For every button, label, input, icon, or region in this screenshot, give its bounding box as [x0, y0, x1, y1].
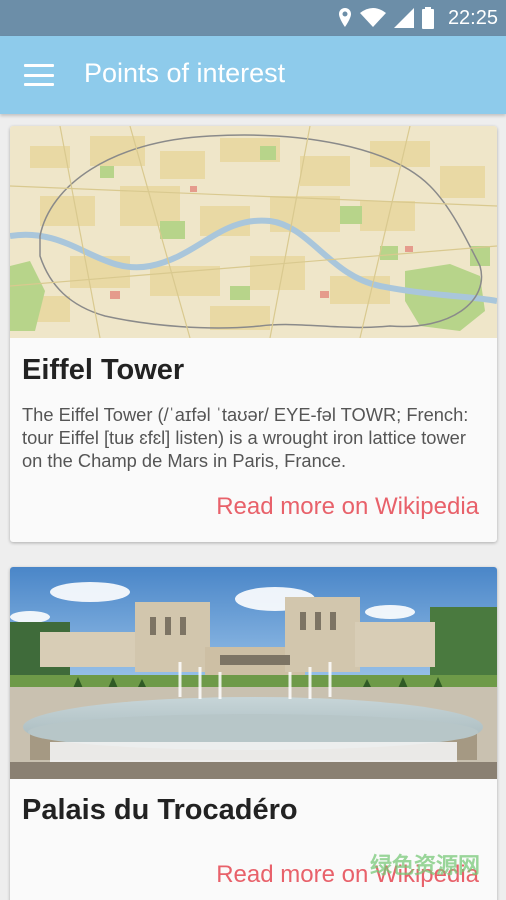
signal-icon: [393, 8, 414, 28]
watermark: 绿色资源网: [370, 853, 481, 878]
status-time: 22:25: [447, 6, 498, 29]
page-title: Points of interest: [84, 58, 286, 88]
app-bar: Points of interest: [0, 36, 506, 114]
paris-map-image: [10, 126, 497, 338]
read-more-link[interactable]: Read more on Wikipedia: [216, 493, 479, 521]
card-title: Eiffel Tower: [22, 354, 185, 386]
trocadero-photo: [10, 567, 497, 779]
poi-card-eiffel-tower[interactable]: Eiffel Tower The Eiffel Tower (/ˈaɪfəl ˈ…: [10, 126, 497, 542]
location-icon: [338, 8, 351, 27]
wifi-icon: [359, 8, 386, 27]
status-bar: 22:25: [0, 0, 506, 36]
hamburger-menu-icon[interactable]: [22, 60, 56, 90]
battery-icon: [421, 7, 434, 29]
card-title: Palais du Trocadéro: [22, 794, 298, 826]
card-description: The Eiffel Tower (/ˈaɪfəl ˈtaʊər/ EYE-fə…: [22, 404, 469, 471]
status-icons: 22:25: [338, 0, 498, 36]
